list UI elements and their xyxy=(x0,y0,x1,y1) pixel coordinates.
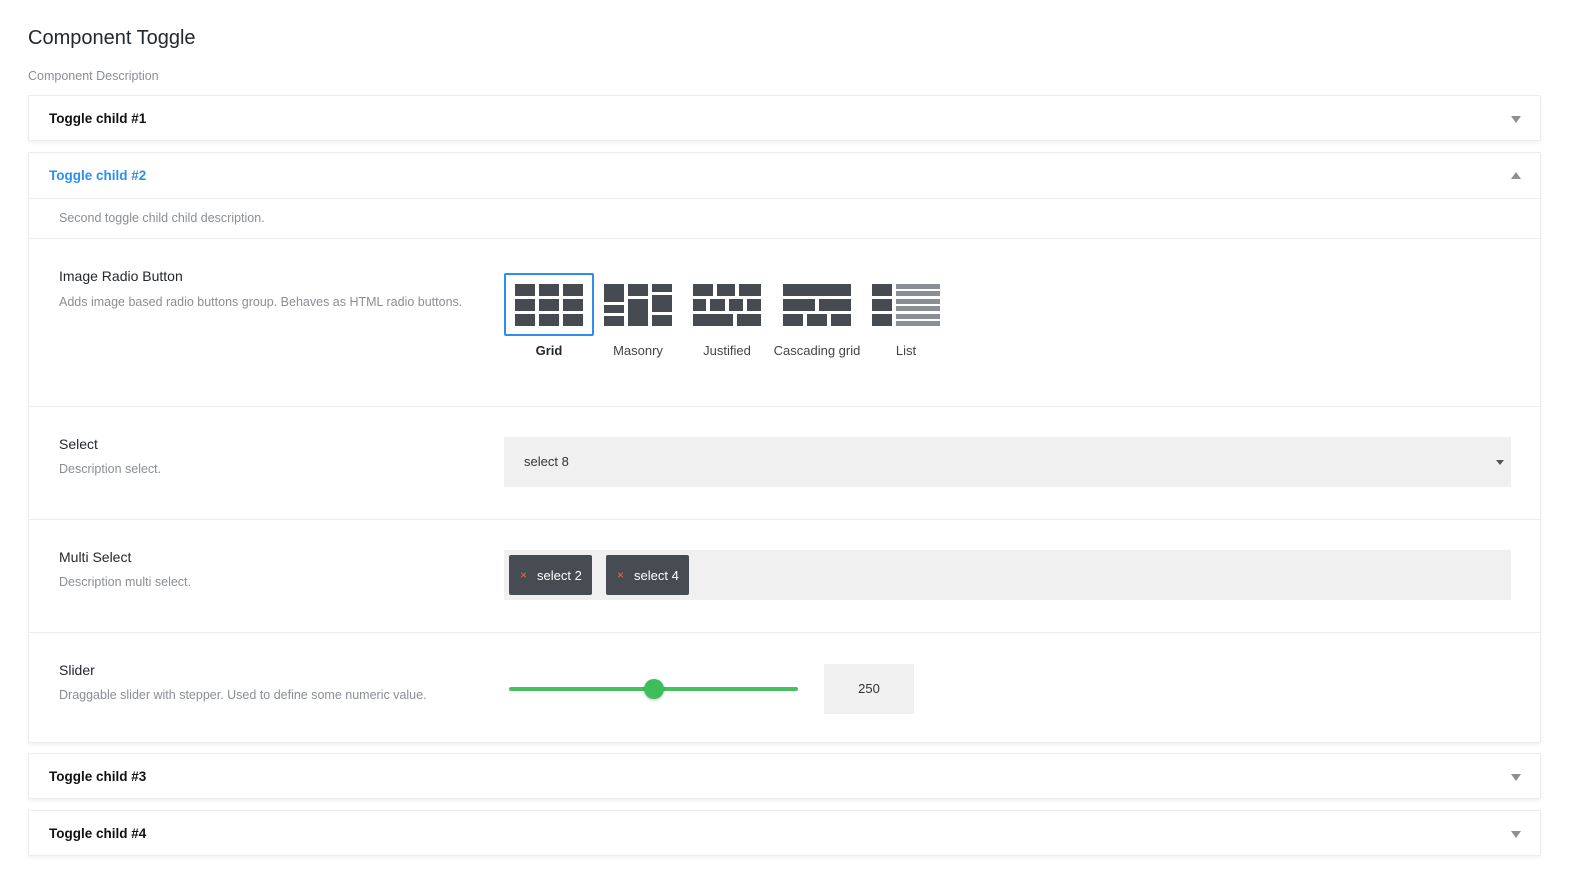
layout-option-justified[interactable]: Justified xyxy=(682,273,772,360)
slider-handle[interactable] xyxy=(643,679,664,699)
layout-option-label: Cascading grid xyxy=(773,343,861,358)
toggle-title-3: Toggle child #3 xyxy=(49,769,147,784)
image-radio-row: Image Radio Button Adds image based radi… xyxy=(29,238,1540,406)
slider-help: Draggable slider with stepper. Used to d… xyxy=(59,688,427,702)
chevron-down-icon xyxy=(1511,774,1521,781)
select-label: Select xyxy=(59,436,98,452)
multi-select-tag: × select 4 xyxy=(606,555,689,595)
toggle-title-4: Toggle child #4 xyxy=(49,826,147,841)
chevron-down-icon xyxy=(1511,831,1521,838)
multi-select-tag: × select 2 xyxy=(509,555,592,595)
layout-option-label: Masonry xyxy=(613,343,663,358)
slider-value-input[interactable]: 250 xyxy=(824,664,914,714)
toggle-header-4[interactable]: Toggle child #4 xyxy=(29,811,1540,856)
layout-option-grid[interactable]: Grid xyxy=(504,273,594,360)
layout-option-label: Justified xyxy=(703,343,751,358)
cascading-grid-layout-icon xyxy=(783,283,851,326)
toggle-panel-2: Toggle child #2 Second toggle child chil… xyxy=(28,152,1541,743)
layout-option-cascading-grid[interactable]: Cascading grid xyxy=(772,273,862,360)
multi-select-input[interactable]: × select 2 × select 4 xyxy=(504,550,1511,600)
image-radio-help: Adds image based radio buttons group. Be… xyxy=(59,295,463,309)
chevron-up-icon xyxy=(1511,172,1521,179)
slider-row: Slider Draggable slider with stepper. Us… xyxy=(29,632,1540,743)
toggle-title-2: Toggle child #2 xyxy=(49,168,147,183)
toggle-panel-1: Toggle child #1 xyxy=(28,95,1541,141)
remove-tag-icon[interactable]: × xyxy=(520,568,527,582)
toggle-panel-3: Toggle child #3 xyxy=(28,753,1541,799)
tag-label: select 2 xyxy=(537,567,582,583)
image-radio-label: Image Radio Button xyxy=(59,268,183,284)
layout-option-label: List xyxy=(895,343,917,358)
masonry-layout-icon xyxy=(604,283,672,326)
page-title: Component Toggle xyxy=(28,27,196,49)
toggle-header-3[interactable]: Toggle child #3 xyxy=(29,754,1540,799)
slider-label: Slider xyxy=(59,662,95,678)
select-row: Select Description select. select 8 xyxy=(29,406,1540,519)
multi-select-label: Multi Select xyxy=(59,549,132,565)
tag-label: select 4 xyxy=(634,567,679,583)
toggle-panel-4: Toggle child #4 xyxy=(28,810,1541,856)
list-layout-icon xyxy=(872,283,940,326)
justified-layout-icon xyxy=(693,283,761,326)
toggle-header-2[interactable]: Toggle child #2 xyxy=(29,153,1540,198)
layout-option-list[interactable]: List xyxy=(861,273,951,360)
multi-select-row: Multi Select Description multi select. ×… xyxy=(29,519,1540,632)
grid-layout-icon xyxy=(515,283,583,326)
toggle-description: Second toggle child child description. xyxy=(29,198,1540,238)
layout-option-masonry[interactable]: Masonry xyxy=(593,273,683,360)
chevron-down-icon xyxy=(1511,116,1521,123)
multi-select-help: Description multi select. xyxy=(59,575,191,589)
toggle-header-1[interactable]: Toggle child #1 xyxy=(29,96,1540,141)
chevron-down-icon xyxy=(1496,460,1504,465)
page-description: Component Description xyxy=(28,69,159,83)
select-value: select 8 xyxy=(524,454,569,469)
toggle-title-1: Toggle child #1 xyxy=(49,111,147,126)
layout-option-label: Grid xyxy=(535,343,563,358)
select-help: Description select. xyxy=(59,462,162,476)
select-dropdown[interactable]: select 8 xyxy=(504,437,1511,487)
remove-tag-icon[interactable]: × xyxy=(617,568,624,582)
